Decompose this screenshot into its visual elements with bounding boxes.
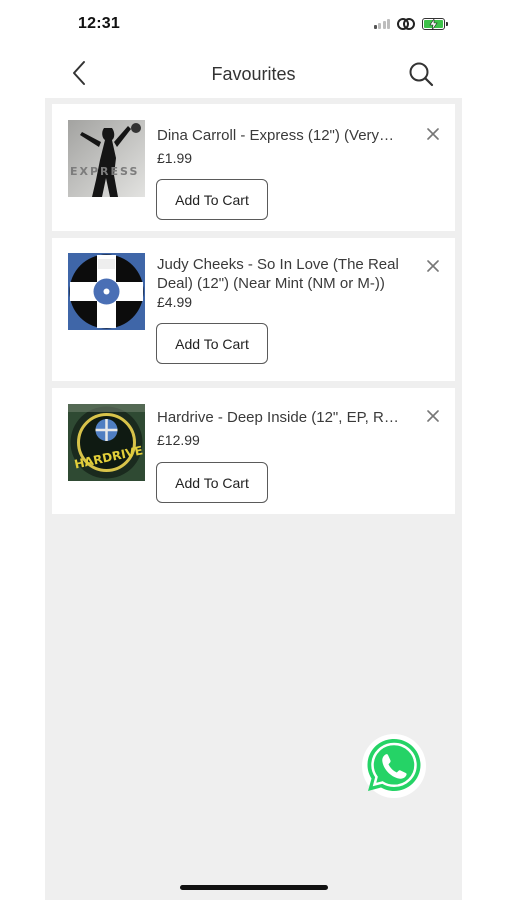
item-price: £4.99 [157, 294, 193, 310]
whatsapp-icon [362, 734, 426, 798]
album-cover[interactable]: EXPRESS [68, 120, 145, 197]
status-time: 12:31 [78, 15, 120, 32]
favourite-item: EXPRESS Dina Carroll - Express (12") (Ve… [52, 104, 455, 231]
search-icon [409, 62, 434, 87]
home-indicator [180, 885, 328, 890]
album-cover[interactable] [68, 253, 145, 330]
cover-text: EXPRESS [70, 165, 139, 178]
close-icon [427, 260, 439, 272]
status-icons [373, 17, 448, 31]
signal-icon [373, 19, 390, 29]
add-to-cart-button[interactable]: Add To Cart [156, 462, 268, 503]
remove-button[interactable] [425, 258, 441, 274]
item-title[interactable]: Dina Carroll - Express (12") (Very… [157, 126, 417, 145]
status-bar: 12:31 [0, 0, 507, 50]
album-cover[interactable]: HARDRIVE [68, 404, 145, 481]
nav-bar: Favourites [0, 50, 507, 98]
battery-icon [422, 18, 448, 30]
item-price: £1.99 [157, 150, 193, 166]
remove-button[interactable] [425, 126, 441, 142]
item-title[interactable]: Hardrive - Deep Inside (12", EP, R… [157, 408, 417, 427]
add-to-cart-button[interactable]: Add To Cart [156, 323, 268, 364]
search-button[interactable] [407, 60, 435, 88]
link-icon [397, 18, 415, 30]
favourite-item: HARDRIVE Hardrive - Deep Inside (12", EP… [52, 388, 455, 514]
favourite-item: Judy Cheeks - So In Love (The Real Deal)… [52, 238, 455, 381]
remove-button[interactable] [425, 408, 441, 424]
close-icon [427, 128, 439, 140]
item-title[interactable]: Judy Cheeks - So In Love (The Real Deal)… [157, 255, 417, 293]
whatsapp-button[interactable] [361, 733, 427, 799]
add-to-cart-button[interactable]: Add To Cart [156, 179, 268, 220]
item-price: £12.99 [157, 432, 200, 448]
close-icon [427, 410, 439, 422]
